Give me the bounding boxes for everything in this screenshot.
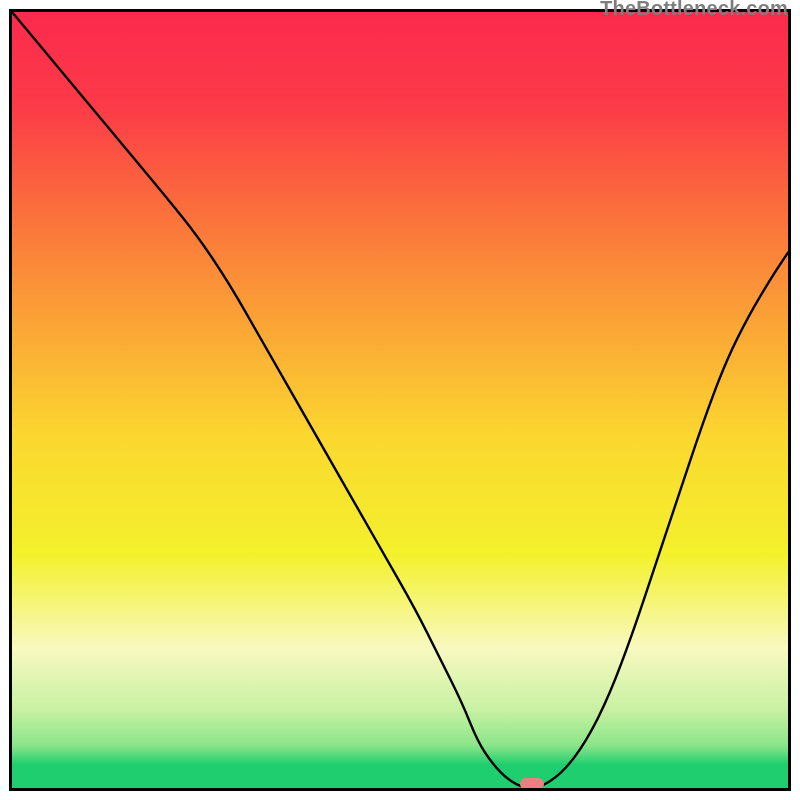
gradient-background: [12, 12, 788, 788]
plot-area: [9, 9, 791, 791]
attribution-label: TheBottleneck.com: [600, 0, 788, 21]
chart-svg: [12, 12, 788, 788]
optimal-point-marker: [520, 778, 544, 790]
chart-frame: TheBottleneck.com: [0, 0, 800, 800]
